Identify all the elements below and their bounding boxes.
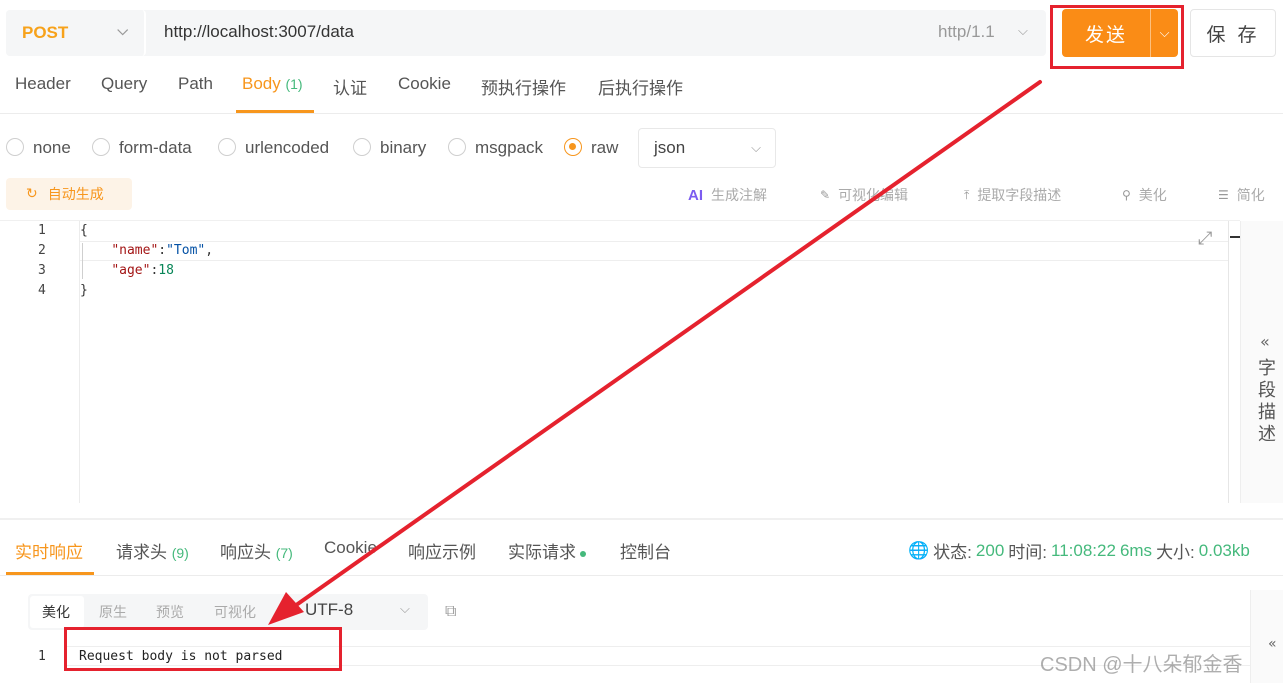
annotation-arrow xyxy=(268,80,1042,625)
